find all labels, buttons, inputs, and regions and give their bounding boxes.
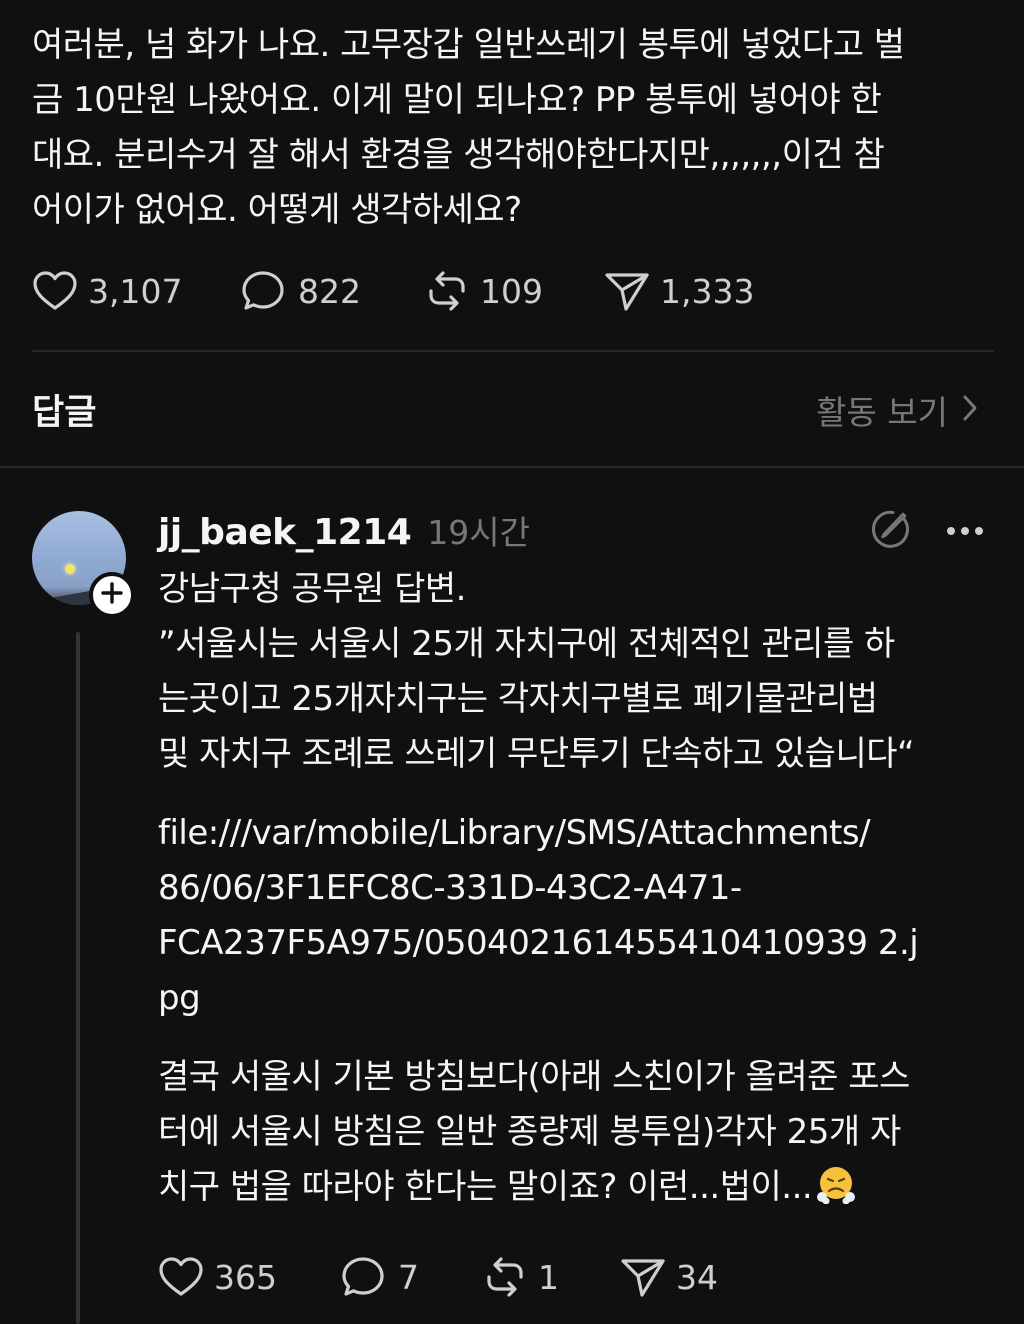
repost-icon bbox=[482, 1255, 528, 1299]
thread-line bbox=[76, 632, 80, 1324]
post-repost-button[interactable]: 109 bbox=[424, 266, 543, 316]
divider bbox=[32, 350, 994, 352]
post-line: 대요. 분리수거 잘 해서 환경을 생각해야한다지만,,,,,,,이건 참 bbox=[32, 135, 885, 175]
send-icon bbox=[620, 1255, 666, 1299]
reply-comment-button[interactable]: 7 bbox=[342, 1252, 419, 1302]
post-comment-button[interactable]: 822 bbox=[242, 266, 361, 316]
reply-line: 치구 법을 따라야 한다는 말이죠? 이런...법이... bbox=[158, 1160, 998, 1215]
post-like-button[interactable]: 3,107 bbox=[32, 266, 182, 316]
reply-line: 는곳이고 25개자치구는 각자치구별로 폐기물관리법 bbox=[158, 679, 878, 719]
reply-comment-count: 7 bbox=[398, 1257, 419, 1297]
reply-line: 터에 서울시 방침은 일반 종량제 봉투임)각자 25개 자 bbox=[158, 1112, 901, 1152]
post-share-button[interactable]: 1,333 bbox=[604, 266, 754, 316]
replies-header: 답글 활동 보기 bbox=[32, 384, 992, 434]
replies-title: 답글 bbox=[32, 393, 97, 433]
link-line: FCA237F5A975/050402161455410410939 2.j bbox=[158, 923, 919, 963]
reply-line: ”서울시는 서울시 25개 자치구에 전체적인 관리를 하 bbox=[158, 624, 895, 664]
reply-line-text: 치구 법을 따라야 한다는 말이죠? 이런...법이... bbox=[158, 1167, 813, 1207]
post-line: 여러분, 넘 화가 나요. 고무장갑 일반쓰레기 봉투에 넣었다고 벌 bbox=[32, 25, 905, 65]
quote-button[interactable] bbox=[866, 508, 912, 554]
follow-button[interactable] bbox=[89, 572, 135, 618]
reply-line: 및 자치구 조례로 쓰레기 무단투기 단속하고 있습니다“ bbox=[158, 734, 915, 774]
comment-bubble-icon bbox=[242, 269, 288, 313]
reply-share-button[interactable]: 34 bbox=[620, 1252, 718, 1302]
post-repost-count: 109 bbox=[480, 271, 543, 311]
link-line: 86/06/3F1EFC8C-331D-43C2-A471- bbox=[158, 868, 742, 908]
reply-text: 강남구청 공무원 답변. ”서울시는 서울시 25개 자치구에 전체적인 관리를… bbox=[158, 562, 998, 1215]
reply-share-count: 34 bbox=[676, 1257, 718, 1297]
reply-like-button[interactable]: 365 bbox=[158, 1252, 277, 1302]
more-options-button[interactable] bbox=[942, 508, 988, 554]
reply-repost-count: 1 bbox=[538, 1257, 559, 1297]
quote-icon bbox=[867, 507, 911, 555]
timestamp: 19시간 bbox=[427, 513, 531, 552]
link-line: pg bbox=[158, 978, 201, 1018]
reply-header-icons bbox=[866, 508, 988, 554]
post-like-count: 3,107 bbox=[88, 271, 183, 311]
username[interactable]: jj_baek_1214 bbox=[158, 512, 412, 553]
post-comment-count: 822 bbox=[298, 271, 361, 311]
reply-like-count: 365 bbox=[214, 1257, 277, 1297]
face-with-steam-from-nose-icon bbox=[816, 1164, 856, 1205]
heart-icon bbox=[158, 1256, 204, 1298]
post-line: 어이가 없어요. 어떻게 생각하세요? bbox=[32, 190, 522, 230]
more-icon bbox=[945, 522, 985, 541]
view-activity-link[interactable]: 활동 보기 bbox=[816, 386, 978, 434]
post-text: 여러분, 넘 화가 나요. 고무장갑 일반쓰레기 봉투에 넣었다고 벌 금 10… bbox=[32, 18, 998, 238]
link-line: file:///var/mobile/Library/SMS/Attachmen… bbox=[158, 813, 871, 853]
avatar-moon bbox=[65, 564, 75, 574]
view-activity-label: 활동 보기 bbox=[816, 393, 948, 432]
comment-bubble-icon bbox=[342, 1255, 388, 1299]
plus-icon bbox=[100, 581, 124, 609]
heart-icon bbox=[32, 270, 78, 312]
post-line: 금 10만원 나왔어요. 이게 말이 되나요? PP 봉투에 넣어야 한 bbox=[32, 80, 882, 120]
reply-line: 강남구청 공무원 답변. bbox=[158, 569, 466, 609]
chevron-right-icon bbox=[948, 391, 978, 430]
reply-header: jj_baek_1214 19시간 bbox=[158, 506, 530, 556]
section-divider bbox=[0, 466, 1024, 468]
repost-icon bbox=[424, 269, 470, 313]
reply-repost-button[interactable]: 1 bbox=[482, 1252, 559, 1302]
attachment-path-link[interactable]: file:///var/mobile/Library/SMS/Attachmen… bbox=[158, 806, 998, 1026]
send-icon bbox=[604, 269, 650, 313]
reply-line: 결국 서울시 기본 방침보다(아래 스친이가 올려준 포스 bbox=[158, 1057, 910, 1097]
post-share-count: 1,333 bbox=[660, 271, 755, 311]
